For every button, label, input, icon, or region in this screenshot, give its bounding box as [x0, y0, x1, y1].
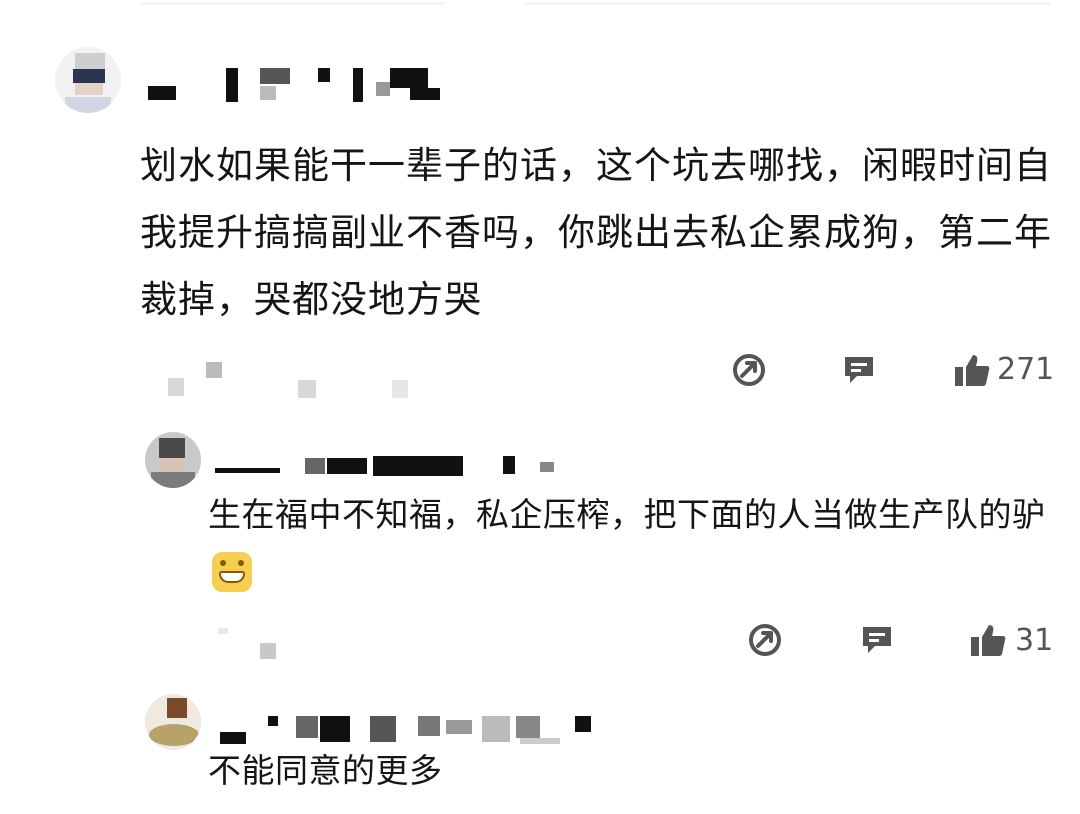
like-count: 31 — [1015, 623, 1054, 658]
avatar[interactable] — [145, 432, 201, 488]
thumbs-up-icon[interactable] — [968, 621, 1008, 659]
comment-meta — [168, 378, 184, 396]
reply-meta — [260, 643, 276, 659]
avatar[interactable] — [55, 47, 121, 113]
share-icon[interactable] — [730, 351, 768, 389]
grinning-face-emoji — [212, 552, 252, 592]
comment-icon[interactable] — [840, 351, 878, 389]
like-count: 271 — [997, 352, 1055, 387]
username-mosaic[interactable] — [148, 60, 448, 104]
comment-icon[interactable] — [858, 621, 896, 659]
thumbs-up-icon[interactable] — [952, 351, 992, 389]
comment-text: 划水如果能干一辈子的话，这个坑去哪找，闲暇时间自我提升搞搞副业不香吗，你跳出去私… — [140, 144, 1052, 321]
avatar[interactable] — [145, 694, 201, 750]
avatar-mosaic — [75, 53, 105, 69]
reply-text: 生在福中不知福，私企压榨，把下面的人当做生产队的驴 — [208, 485, 1053, 605]
top-divider-left — [140, 2, 445, 5]
top-divider-right — [525, 2, 1050, 5]
share-icon[interactable] — [746, 621, 784, 659]
reply-text: 不能同意的更多 — [208, 751, 443, 790]
username-mosaic[interactable] — [215, 450, 565, 480]
